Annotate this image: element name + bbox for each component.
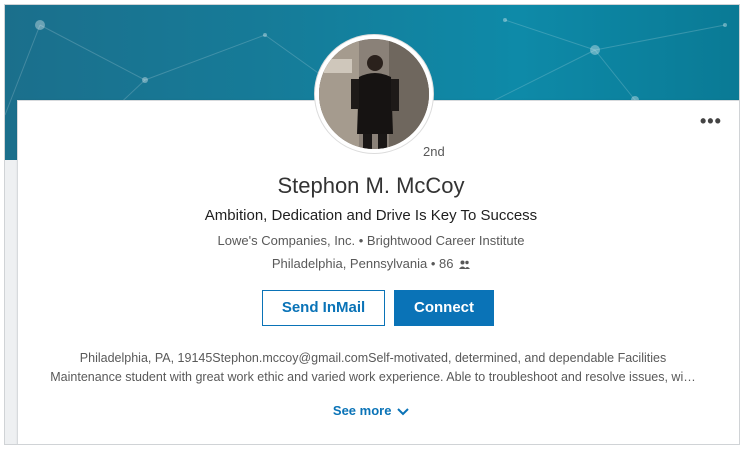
profile-summary: Philadelphia, PA, 19145Stephon.mccoy@gma…: [28, 349, 718, 387]
summary-line: Maintenance student with great work ethi…: [50, 370, 696, 384]
profile-avatar[interactable]: [315, 35, 433, 153]
see-more-label: See more: [332, 403, 392, 418]
see-more-link[interactable]: See more: [0, 403, 742, 418]
send-inmail-button[interactable]: Send InMail: [262, 290, 385, 326]
avatar-photo: [319, 39, 429, 149]
people-icon: [459, 260, 471, 270]
connect-button[interactable]: Connect: [394, 290, 494, 326]
profile-location-row: Philadelphia, Pennsylvania • 86: [0, 256, 742, 271]
connection-degree-badge: 2nd: [423, 144, 445, 159]
profile-name: Stephon M. McCoy: [277, 173, 465, 198]
chevron-down-icon: [397, 407, 409, 415]
profile-companies: Lowe's Companies, Inc. • Brightwood Care…: [217, 233, 525, 248]
summary-line: Philadelphia, PA, 19145Stephon.mccoy@gma…: [79, 351, 667, 365]
profile-headline: Ambition, Dedication and Drive Is Key To…: [204, 207, 538, 224]
more-options-icon[interactable]: •••: [700, 112, 722, 130]
profile-location: Philadelphia, Pennsylvania • 86: [271, 256, 454, 271]
